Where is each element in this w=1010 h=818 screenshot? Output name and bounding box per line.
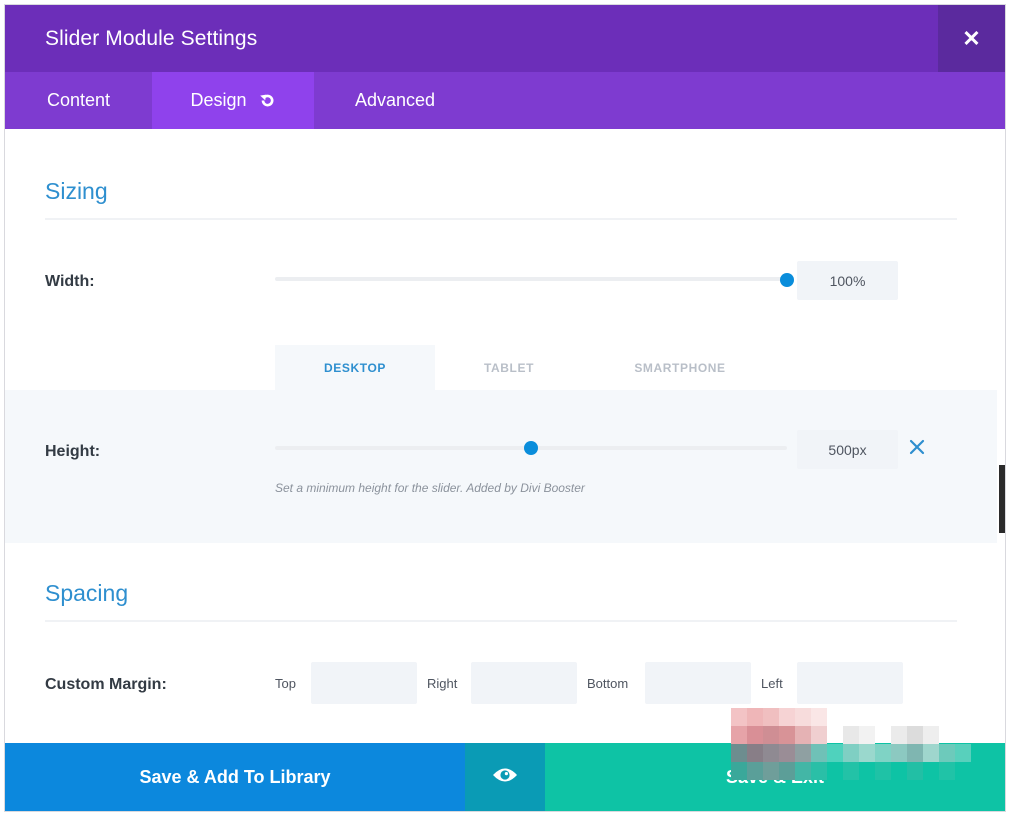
close-icon: ✕ xyxy=(962,25,981,51)
section-divider xyxy=(45,218,957,220)
tab-advanced[interactable]: Advanced xyxy=(314,72,476,129)
reset-icon[interactable] xyxy=(259,92,276,109)
margin-right-label: Right xyxy=(427,676,458,691)
height-help-text: Set a minimum height for the slider. Add… xyxy=(275,481,585,495)
tab-content[interactable]: Content xyxy=(5,72,152,129)
modal-title: Slider Module Settings xyxy=(45,27,258,50)
height-label: Height: xyxy=(45,443,101,460)
settings-tabs: Content Design Advanced xyxy=(5,72,1005,129)
margin-bottom-input[interactable] xyxy=(645,662,751,704)
preview-button[interactable] xyxy=(465,743,545,811)
margin-left-label: Left xyxy=(761,676,783,691)
tab-advanced-label: Advanced xyxy=(354,90,436,110)
margin-top-input[interactable] xyxy=(311,662,417,704)
section-divider xyxy=(45,620,957,622)
pixelated-overlay xyxy=(731,708,1001,788)
modal-header: Slider Module Settings ✕ xyxy=(5,5,1005,72)
module-settings-modal: Slider Module Settings ✕ Content Design … xyxy=(5,5,1005,811)
close-button[interactable]: ✕ xyxy=(938,5,1005,72)
eye-icon xyxy=(492,766,518,789)
width-slider-handle[interactable] xyxy=(780,273,794,287)
save-add-to-library-label: Save & Add To Library xyxy=(139,766,331,787)
width-value-input[interactable]: 100% xyxy=(797,261,898,300)
scrollbar-thumb[interactable] xyxy=(999,465,1005,533)
width-slider-track[interactable] xyxy=(275,277,787,281)
tab-design[interactable]: Design xyxy=(152,72,314,129)
margin-left-input[interactable] xyxy=(797,662,903,704)
width-label: Width: xyxy=(45,273,95,290)
margin-top-label: Top xyxy=(275,676,296,691)
device-tab-tablet[interactable]: TABLET xyxy=(435,345,583,390)
tab-content-label: Content xyxy=(46,90,111,110)
device-tab-desktop[interactable]: DESKTOP xyxy=(275,345,435,390)
clear-icon[interactable] xyxy=(908,438,926,456)
device-tab-smartphone[interactable]: SMARTPHONE xyxy=(583,345,777,390)
height-slider-handle[interactable] xyxy=(524,441,538,455)
tab-design-label: Design xyxy=(190,90,247,110)
margin-right-input[interactable] xyxy=(471,662,577,704)
margin-bottom-label: Bottom xyxy=(587,676,629,691)
save-add-to-library-button[interactable]: Save & Add To Library xyxy=(5,743,465,811)
custom-margin-label: Custom Margin: xyxy=(45,676,167,693)
spacing-section-title: Spacing xyxy=(45,580,129,606)
height-value-input[interactable]: 500px xyxy=(797,430,898,469)
sizing-section-title: Sizing xyxy=(45,178,108,204)
